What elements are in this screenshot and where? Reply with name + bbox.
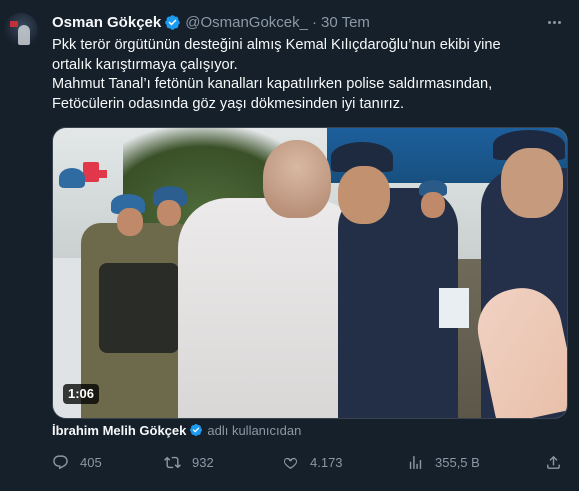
tweet[interactable]: Osman Gökçek @OsmanGokcek_ · 30 Tem Pkk … bbox=[0, 0, 579, 491]
attribution-suffix: adlı kullanıcıdan bbox=[207, 422, 302, 438]
share-button[interactable] bbox=[545, 452, 562, 472]
attribution-name[interactable]: İbrahim Melih Gökçek bbox=[52, 423, 186, 438]
like-count: 4.173 bbox=[310, 454, 343, 470]
tweet-time[interactable]: 30 Tem bbox=[321, 14, 370, 31]
reply-button[interactable]: 405 bbox=[52, 452, 102, 472]
tweet-text-line: Mahmut Tanal’ı fetönün kanalları kapatıl… bbox=[52, 76, 493, 92]
video-duration: 1:06 bbox=[63, 384, 100, 404]
avatar-figure bbox=[18, 25, 30, 45]
views-button[interactable]: 355,5 B bbox=[407, 452, 480, 472]
author-handle[interactable]: @OsmanGokcek_ bbox=[185, 14, 308, 31]
reply-count: 405 bbox=[80, 454, 102, 470]
avatar-flag bbox=[10, 21, 18, 27]
like-icon bbox=[283, 457, 298, 469]
views-count: 355,5 B bbox=[435, 454, 480, 470]
like-button[interactable]: 4.173 bbox=[282, 452, 343, 472]
video-attribution[interactable]: İbrahim Melih Gökçek adlı kullanıcıdan bbox=[52, 421, 301, 439]
verified-badge-icon bbox=[190, 424, 203, 436]
retweet-button[interactable]: 932 bbox=[164, 452, 214, 472]
author-avatar[interactable] bbox=[4, 13, 38, 47]
tweet-text-line: ortalık karıştırmaya çalışıyor. bbox=[52, 56, 238, 73]
tweet-text-line: Pkk terör örgütünün desteğini almış Kema… bbox=[52, 37, 501, 53]
reply-icon bbox=[53, 454, 68, 469]
tweet-text-line: Fetöcülerin odasında göz yaşı dökmesinde… bbox=[52, 95, 405, 112]
more-icon[interactable] bbox=[543, 12, 565, 32]
tweet-text: Pkk terör örgütünün desteğini almış Kema… bbox=[52, 36, 562, 114]
views-icon bbox=[409, 455, 422, 469]
author-name[interactable]: Osman Gökçek bbox=[52, 14, 161, 31]
verified-badge-icon bbox=[165, 14, 180, 30]
retweet-count: 932 bbox=[192, 454, 214, 470]
action-bar: 405 932 4.173 355,5 B bbox=[52, 452, 566, 472]
video-thumbnail bbox=[53, 128, 567, 418]
tweet-header: Osman Gökçek @OsmanGokcek_ · 30 Tem bbox=[52, 11, 370, 33]
video-player[interactable]: 1:06 bbox=[52, 127, 568, 419]
share-icon bbox=[547, 455, 560, 469]
retweet-icon bbox=[164, 456, 181, 468]
separator-dot: · bbox=[312, 13, 317, 31]
